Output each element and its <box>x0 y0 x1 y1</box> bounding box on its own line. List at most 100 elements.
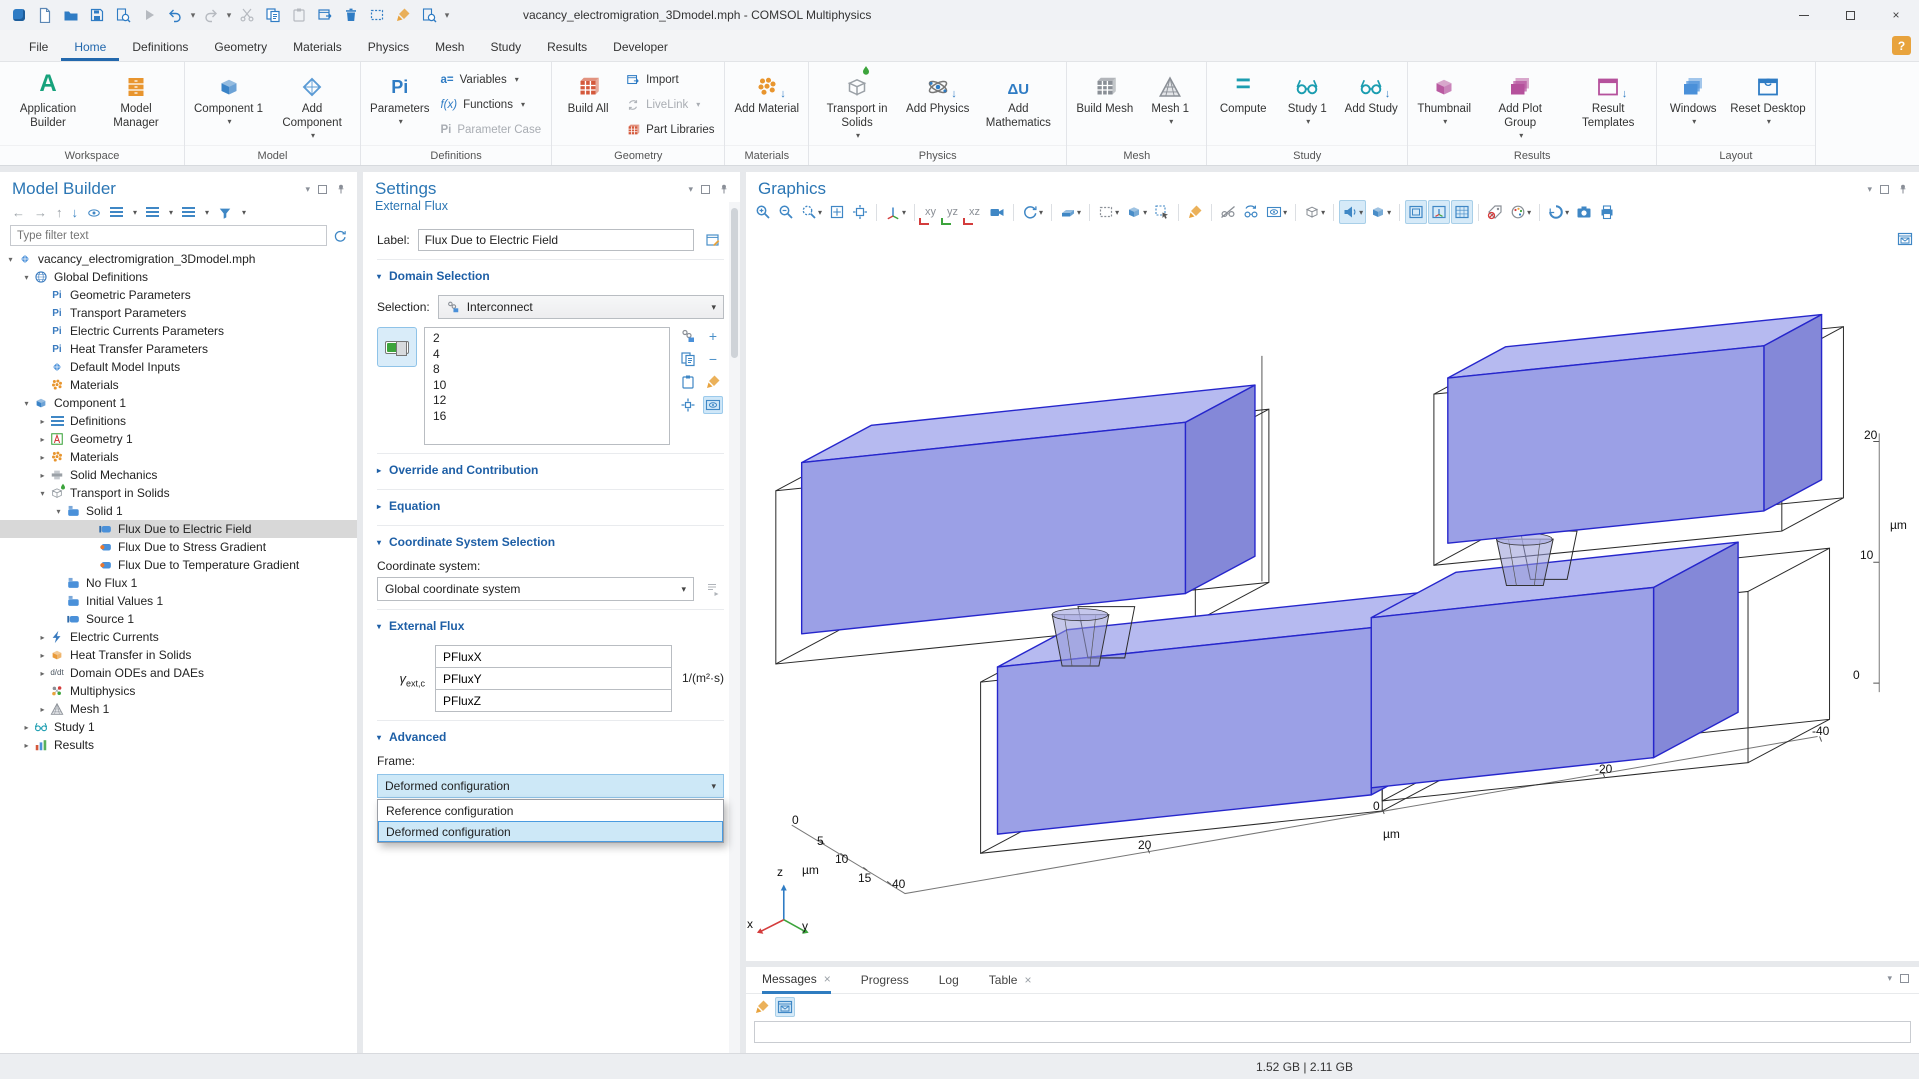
tree-item-transport-in-solids[interactable]: ▾Transport in Solids <box>0 484 357 502</box>
menu-home[interactable]: Home <box>61 33 119 61</box>
graphics-plot-icon[interactable] <box>1897 231 1913 247</box>
save-icon[interactable] <box>84 3 110 27</box>
selection-entry[interactable]: 2 <box>433 331 661 347</box>
zoom-box-icon[interactable]: ▾ <box>798 200 825 224</box>
view-xy-icon[interactable]: xy <box>920 200 941 224</box>
zoom-to-selection-icon[interactable] <box>678 396 698 414</box>
build-mesh-button[interactable]: Build Mesh <box>1071 65 1138 145</box>
selection-combo[interactable]: Interconnect ▾ <box>438 295 724 319</box>
scene-cube-icon[interactable]: ▾ <box>1367 200 1394 224</box>
expand-all-icon[interactable] <box>110 207 123 218</box>
zoom-extents-icon[interactable] <box>826 200 848 224</box>
flux-z-input[interactable] <box>435 689 672 712</box>
frame-option-reference[interactable]: Reference configuration <box>378 800 723 821</box>
float-panel-icon[interactable] <box>318 185 327 194</box>
expander-icon[interactable]: ▸ <box>36 471 49 480</box>
collapse-all-icon[interactable] <box>146 207 159 218</box>
update-plot-icon[interactable]: ▾ <box>1545 200 1572 224</box>
tree-item-definitions[interactable]: ▸Definitions <box>0 412 357 430</box>
close-tab-icon[interactable]: × <box>824 972 831 986</box>
filter-funnel-icon[interactable] <box>218 206 232 220</box>
study-1-button[interactable]: Study 1 ▾ <box>1275 65 1339 145</box>
zoom-in-icon[interactable] <box>752 200 774 224</box>
show-axis-icon[interactable] <box>1428 200 1450 224</box>
expander-icon[interactable]: ▾ <box>36 489 49 498</box>
deselect-all-icon[interactable] <box>1184 200 1206 224</box>
selection-entry[interactable]: 10 <box>433 378 661 394</box>
label-input[interactable] <box>418 229 694 251</box>
application-builder-button[interactable]: A Application Builder <box>4 65 92 145</box>
view-xz-icon[interactable]: xz <box>964 200 985 224</box>
duplicate-icon[interactable] <box>312 3 338 27</box>
parameters-button[interactable]: Pi Parameters ▾ <box>365 65 434 145</box>
expander-icon[interactable]: ▸ <box>36 633 49 642</box>
build-all-button[interactable]: Build All <box>556 65 620 145</box>
coordinate-system-combo[interactable]: Global coordinate system ▾ <box>377 577 694 601</box>
functions-button[interactable]: f(x) Functions ▾ <box>440 95 541 115</box>
select-box-icon[interactable] <box>364 3 390 27</box>
variables-button[interactable]: a= Variables ▾ <box>440 70 541 90</box>
find-icon[interactable] <box>416 3 442 27</box>
add-material-button[interactable]: ↓ Add Material <box>729 65 804 145</box>
hide-labels-icon[interactable] <box>1484 200 1506 224</box>
copy-selection-icon[interactable] <box>678 350 698 368</box>
paste-icon[interactable] <box>286 3 312 27</box>
orthographic-projection-icon[interactable] <box>1405 200 1427 224</box>
undo-caret-icon[interactable]: ▾ <box>188 10 198 21</box>
section-coordinate-system[interactable]: ▾Coordinate System Selection <box>377 525 724 553</box>
expander-icon[interactable]: ▸ <box>36 669 49 678</box>
selection-entry[interactable]: 8 <box>433 362 661 378</box>
menu-definitions[interactable]: Definitions <box>119 33 201 61</box>
panel-menu-icon[interactable]: ▾ <box>1867 184 1872 195</box>
tree-item-geometric-parameters[interactable]: PiGeometric Parameters <box>0 286 357 304</box>
panel-menu-icon[interactable]: ▾ <box>1887 973 1892 984</box>
maximize-button[interactable] <box>1827 0 1873 30</box>
tree-item-electric-currents-parameters[interactable]: PiElectric Currents Parameters <box>0 322 357 340</box>
wireframe-icon[interactable]: ▾ <box>1301 200 1328 224</box>
expander-icon[interactable]: ▸ <box>36 705 49 714</box>
selection-entry[interactable]: 16 <box>433 409 661 425</box>
model-manager-button[interactable]: Model Manager <box>92 65 180 145</box>
add-study-button[interactable]: ↓ Add Study <box>1339 65 1403 145</box>
menu-study[interactable]: Study <box>477 33 534 61</box>
pin-icon[interactable] <box>718 183 730 195</box>
tree-item-global-materials[interactable]: Materials <box>0 376 357 394</box>
add-component-button[interactable]: Add Component ▾ <box>268 65 356 145</box>
camera-view-icon[interactable] <box>986 200 1008 224</box>
panel-menu-icon[interactable]: ▾ <box>688 184 693 195</box>
tree-item-heat-transfer-parameters[interactable]: PiHeat Transfer Parameters <box>0 340 357 358</box>
expander-icon[interactable]: ▸ <box>20 741 33 750</box>
expander-icon[interactable]: ▾ <box>20 399 33 408</box>
menu-physics[interactable]: Physics <box>355 33 422 61</box>
windows-button[interactable]: Windows ▾ <box>1661 65 1725 145</box>
import-button[interactable]: Import <box>626 70 714 90</box>
cut-icon[interactable] <box>234 3 260 27</box>
compute-button[interactable]: = Compute <box>1211 65 1275 145</box>
copy-icon[interactable] <box>260 3 286 27</box>
add-to-selection-icon[interactable]: + <box>703 327 723 345</box>
expander-icon[interactable]: ▸ <box>36 651 49 660</box>
tree-item-initial-values-1[interactable]: Initial Values 1 <box>0 592 357 610</box>
tree-item-flux-temperature-gradient[interactable]: Flux Due to Temperature Gradient <box>0 556 357 574</box>
section-external-flux[interactable]: ▾External Flux <box>377 609 724 637</box>
tree-item-study-1[interactable]: ▸Study 1 <box>0 718 357 736</box>
section-override[interactable]: ▸Override and Contribution <box>377 453 724 481</box>
undo-icon[interactable] <box>162 3 188 27</box>
print-icon[interactable] <box>1596 200 1618 224</box>
expander-icon[interactable]: ▸ <box>36 417 49 426</box>
clear-selection-icon[interactable] <box>390 3 416 27</box>
tree-item-mesh-1[interactable]: ▸Mesh 1 <box>0 700 357 718</box>
selection-appearance-icon[interactable]: ▾ <box>1057 200 1084 224</box>
clear-log-icon[interactable] <box>754 999 770 1015</box>
tree-item-component-1[interactable]: ▾Component 1 <box>0 394 357 412</box>
menu-file[interactable]: File <box>16 33 61 61</box>
menu-results[interactable]: Results <box>534 33 600 61</box>
reset-desktop-button[interactable]: C Reset Desktop ▾ <box>1725 65 1810 145</box>
zoom-selected-icon[interactable] <box>849 200 871 224</box>
menu-materials[interactable]: Materials <box>280 33 355 61</box>
create-selection-icon[interactable] <box>678 327 698 345</box>
menu-developer[interactable]: Developer <box>600 33 681 61</box>
delete-icon[interactable] <box>338 3 364 27</box>
reset-hiding-icon[interactable] <box>1240 200 1262 224</box>
flux-y-input[interactable] <box>435 667 672 690</box>
